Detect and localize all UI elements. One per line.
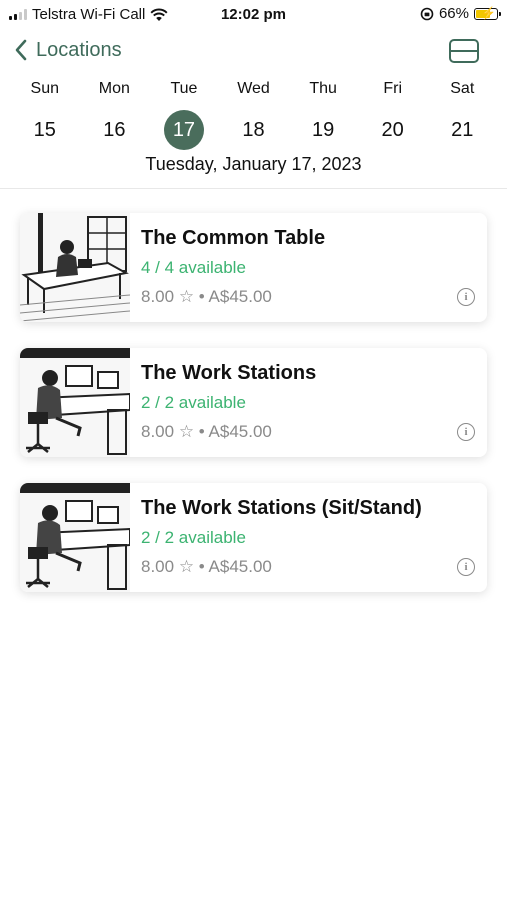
day-20[interactable]: 20: [358, 110, 428, 150]
selected-date-label: Tuesday, January 17, 2023: [145, 154, 362, 174]
battery-icon: ⚡: [474, 6, 501, 20]
chevron-left-icon: [15, 39, 27, 61]
price-value: A$45.00: [208, 287, 272, 306]
location-title: The Work Stations: [141, 362, 317, 384]
rating-value: 8.00: [141, 422, 175, 441]
weekday-label: Sat: [450, 80, 475, 97]
weekday-label: Fri: [383, 80, 402, 97]
weekday-label: Wed: [237, 80, 270, 97]
day-19[interactable]: 19: [288, 110, 358, 150]
weekday-label: Sun: [30, 80, 60, 97]
weekday-label: Tue: [170, 80, 198, 97]
availability-text: 2 / 2 available: [141, 393, 246, 412]
info-icon[interactable]: i: [457, 288, 475, 306]
location-thumbnail: [20, 348, 131, 457]
info-icon[interactable]: i: [457, 423, 475, 441]
location-card-work-stations[interactable]: The Work Stations 2 / 2 available 8.00 ☆…: [20, 348, 487, 457]
price-value: A$45.00: [208, 422, 272, 441]
day-18[interactable]: 18: [219, 110, 289, 150]
location-thumbnail: [20, 213, 131, 322]
back-button[interactable]: Locations: [14, 38, 122, 62]
info-icon[interactable]: i: [457, 558, 475, 576]
weekday-label: Thu: [309, 80, 337, 97]
nav-bar: Locations: [0, 34, 507, 74]
location-title: The Work Stations (Sit/Stand): [141, 497, 422, 519]
day-16[interactable]: 16: [80, 110, 150, 150]
price-value: A$45.00: [208, 557, 272, 576]
battery-percent: 66%: [438, 5, 469, 22]
rating-value: 8.00: [141, 557, 175, 576]
location-card-common-table[interactable]: The Common Table 4 / 4 available 8.00 ☆ …: [20, 213, 487, 322]
rating-value: 8.00: [141, 287, 175, 306]
location-title: The Common Table: [141, 227, 326, 249]
weekday-header: Sun Mon Tue Wed Thu Fri Sat: [10, 80, 497, 98]
status-bar: Telstra Wi-Fi Call 12:02 pm 66% ⚡: [0, 0, 507, 28]
day-picker: 15 16 17 18 19 20 21: [10, 110, 497, 150]
star-icon: ☆: [178, 287, 195, 306]
day-15[interactable]: 15: [10, 110, 80, 150]
star-icon: ☆: [178, 557, 195, 576]
divider: [0, 188, 507, 189]
weekday-label: Mon: [98, 80, 130, 97]
back-label: Locations: [36, 38, 122, 61]
orientation-lock-icon: [420, 7, 434, 20]
availability-text: 2 / 2 available: [141, 528, 246, 547]
layout-toggle-icon[interactable]: [449, 39, 479, 63]
star-icon: ☆: [178, 422, 195, 441]
location-thumbnail: [20, 483, 131, 592]
day-21[interactable]: 21: [427, 110, 497, 150]
location-card-work-stations-sit-stand[interactable]: The Work Stations (Sit/Stand) 2 / 2 avai…: [20, 483, 487, 592]
day-17-selected[interactable]: 17: [149, 110, 219, 150]
availability-text: 4 / 4 available: [141, 258, 246, 277]
selected-day-number: 17: [163, 110, 204, 150]
